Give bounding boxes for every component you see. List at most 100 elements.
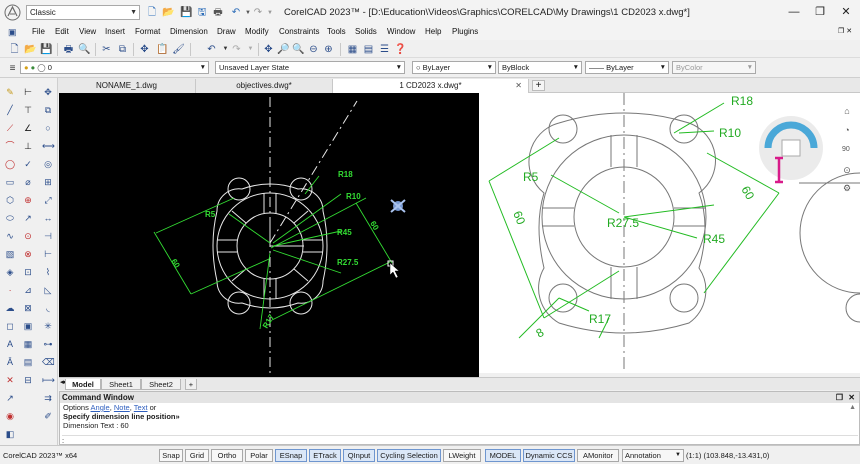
redo-icon[interactable]: ↷ xyxy=(230,43,243,56)
match-properties-icon[interactable]: 🖌 xyxy=(172,43,185,56)
move-icon[interactable]: ✥ xyxy=(138,43,151,56)
esnap-toggle[interactable]: ESnap xyxy=(275,449,307,462)
table-icon[interactable]: ▦ xyxy=(22,338,34,350)
region-icon[interactable]: ◈ xyxy=(4,266,16,278)
text-icon[interactable]: A xyxy=(4,338,16,350)
line-dim-icon[interactable]: ⊢ xyxy=(22,86,34,98)
xline-icon[interactable]: ✕ xyxy=(4,374,16,386)
document-menu-icon[interactable]: ▣ xyxy=(8,27,17,38)
join-icon[interactable]: ⊶ xyxy=(42,338,54,350)
mirror-icon[interactable]: ⟷ xyxy=(42,140,55,152)
donut-icon[interactable]: ◉ xyxy=(4,410,16,422)
edit-polyline-icon[interactable]: ✐ xyxy=(42,410,54,422)
zoom-realtime-icon[interactable]: 🔎 xyxy=(277,43,290,56)
aligned-dim-icon[interactable]: ⊤ xyxy=(22,104,34,116)
option-angle[interactable]: Angle xyxy=(91,403,110,412)
lweight-toggle[interactable]: LWeight xyxy=(443,449,481,462)
trim-icon[interactable]: ⊣ xyxy=(42,230,54,242)
color-dropdown[interactable]: ○ ByLayer ▼ xyxy=(412,61,496,74)
grid-toggle[interactable]: Grid xyxy=(185,449,209,462)
layer-dropdown[interactable]: ● ● ◯ 0 ▼ xyxy=(20,61,209,74)
point-icon[interactable]: ∙ xyxy=(4,284,16,296)
pan-icon[interactable]: ✥ xyxy=(262,43,275,56)
print-preview-icon[interactable]: 🔍 xyxy=(78,43,91,56)
menu-tools[interactable]: Tools xyxy=(327,27,346,36)
menu-window[interactable]: Window xyxy=(387,27,415,36)
offset-icon[interactable]: ◎ xyxy=(42,158,54,170)
open-folder-icon[interactable]: 📂 xyxy=(162,7,174,19)
lengthen-icon[interactable]: ⟼ xyxy=(42,374,55,386)
ortho-toggle[interactable]: Ortho xyxy=(211,449,243,462)
tab-noname[interactable]: NONAME_1.dwg xyxy=(58,79,196,93)
ray-icon[interactable]: ↗ xyxy=(4,392,16,404)
baseline-dim-icon[interactable]: ⊥ xyxy=(22,140,34,152)
option-text[interactable]: Text xyxy=(134,403,148,412)
command-input[interactable]: : xyxy=(62,435,858,445)
etrack-toggle[interactable]: ETrack xyxy=(309,449,341,462)
view-cube-widget[interactable] xyxy=(756,108,826,188)
spline-icon[interactable]: ∿ xyxy=(4,230,16,242)
chevron-down-icon[interactable]: ▼ xyxy=(264,7,276,19)
explode-icon[interactable]: ✳ xyxy=(42,320,54,332)
print-icon[interactable]: 🖶 xyxy=(62,43,75,56)
array-icon[interactable]: ⊞ xyxy=(42,176,54,188)
menu-solids[interactable]: Solids xyxy=(355,27,377,36)
zoom-icon[interactable]: ⊙ xyxy=(841,164,853,176)
menu-dimension[interactable]: Dimension xyxy=(170,27,208,36)
attribute-icon[interactable]: ⊟ xyxy=(22,374,34,386)
polygon-icon[interactable]: ⬡ xyxy=(4,194,16,206)
ordinate-dim-icon[interactable]: ⊗ xyxy=(22,248,34,260)
zoom-fit-icon[interactable]: ⊕ xyxy=(322,43,335,56)
chamfer-icon[interactable]: ◺ xyxy=(42,284,54,296)
dim-edit-icon[interactable]: ⊿ xyxy=(22,284,34,296)
insert-block-icon[interactable]: ▣ xyxy=(22,320,34,332)
menu-format[interactable]: Format xyxy=(135,27,160,36)
cycling-selection-toggle[interactable]: Cycling Selection xyxy=(377,449,441,462)
pencil-icon[interactable]: ✎ xyxy=(4,86,16,98)
workspace-dropdown[interactable]: Classic ▼ xyxy=(26,5,140,20)
add-tab-button[interactable]: + xyxy=(532,80,545,91)
field-icon[interactable]: ▤ xyxy=(22,356,34,368)
menu-draw[interactable]: Draw xyxy=(217,27,236,36)
hatch-icon[interactable]: ▧ xyxy=(4,248,16,260)
add-sheet-button[interactable]: + xyxy=(185,379,197,390)
undo-icon[interactable]: ↶ xyxy=(205,43,218,56)
help-icon[interactable]: ❓ xyxy=(394,43,407,56)
menu-constraints[interactable]: Constraints xyxy=(279,27,319,36)
mtext-icon[interactable]: Ā xyxy=(4,356,16,368)
wipeout-icon[interactable]: ◻ xyxy=(4,320,16,332)
polar-toggle[interactable]: Polar xyxy=(245,449,273,462)
menu-file[interactable]: File xyxy=(32,27,45,36)
snap-toggle[interactable]: Snap xyxy=(159,449,183,462)
extend-icon[interactable]: ⊢ xyxy=(42,248,54,260)
tab-sheet2[interactable]: Sheet2 xyxy=(141,379,181,390)
erase-icon[interactable]: ⌫ xyxy=(42,356,55,368)
layer-manager-icon[interactable]: ≡ xyxy=(6,62,19,75)
chevron-down-icon[interactable]: ▼ xyxy=(244,43,257,56)
menu-view[interactable]: View xyxy=(79,27,96,36)
align-icon[interactable]: ⇉ xyxy=(42,392,54,404)
tab-active-drawing[interactable]: 1 CD2023 x.dwg* ✕ xyxy=(333,79,529,93)
properties-icon[interactable]: ▦ xyxy=(346,43,359,56)
angular-dim-icon[interactable]: ∠ xyxy=(22,122,34,134)
scale-icon[interactable]: ⤢ xyxy=(42,194,54,206)
new-file-icon[interactable]: 🗋 xyxy=(8,43,21,56)
save-icon[interactable]: 💾 xyxy=(40,43,53,56)
zoom-previous-icon[interactable]: ⊖ xyxy=(307,43,320,56)
tab-objectives[interactable]: objectives.dwg* xyxy=(196,79,333,93)
close-icon[interactable]: ✕ xyxy=(836,4,856,20)
radius-dim-icon[interactable]: ✓ xyxy=(22,158,34,170)
save-as-icon[interactable]: 🖫 xyxy=(196,7,208,19)
polyline-icon[interactable]: ⟋ xyxy=(4,122,16,134)
layer-manager-icon[interactable]: ☰ xyxy=(378,43,391,56)
tab-sheet1[interactable]: Sheet1 xyxy=(101,379,141,390)
close-tab-icon[interactable]: ✕ xyxy=(515,79,522,92)
menu-plugins[interactable]: Plugins xyxy=(452,27,478,36)
drawing-canvas[interactable]: R18 R10 R5 R45 R27.5 60 60 R17 xyxy=(59,93,479,377)
close-icon[interactable]: ✕ xyxy=(848,392,855,403)
menu-insert[interactable]: Insert xyxy=(105,27,125,36)
revcloud-icon[interactable]: ☁ xyxy=(4,302,16,314)
restore-doc-icon[interactable]: ❐ ✕ xyxy=(838,27,852,35)
tolerance-icon[interactable]: ⊙ xyxy=(22,230,34,242)
menu-help[interactable]: Help xyxy=(425,27,441,36)
